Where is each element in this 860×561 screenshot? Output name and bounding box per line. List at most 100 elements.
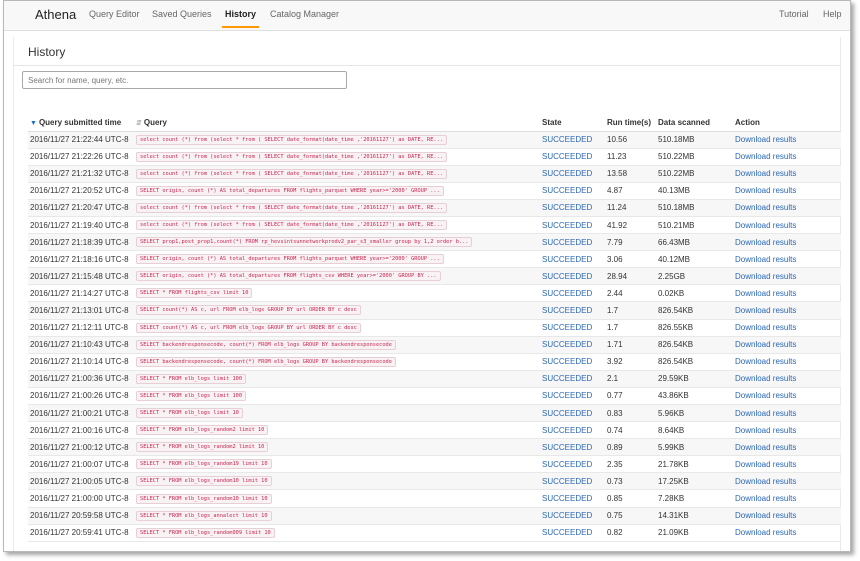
- query-text[interactable]: SELECT count(*) AS c, url FROM elb_logs …: [136, 322, 361, 333]
- query-text[interactable]: SELECT * FROM elb_logs_annalect limit 10: [136, 510, 272, 521]
- status-text: SUCCEEDED: [542, 135, 593, 145]
- query-text[interactable]: SELECT origin, count (*) AS total_depart…: [136, 254, 444, 265]
- table-row[interactable]: 2016/11/27 21:00:05 UTC-8 SELECT * FROM e…: [28, 472, 841, 491]
- cell-run-time: 28.94: [605, 267, 656, 286]
- cell-data-scanned-text: 21.78KB: [658, 459, 689, 469]
- nav-tutorial[interactable]: Tutorial: [779, 9, 809, 19]
- query-text[interactable]: SELECT * FROM elb_logs limit 10: [136, 408, 243, 419]
- download-results-link[interactable]: Download results: [735, 186, 796, 195]
- table-row[interactable]: 2016/11/27 21:22:26 UTC-8 select count (*…: [28, 148, 841, 166]
- download-results-link[interactable]: Download results: [735, 221, 796, 230]
- header-state[interactable]: State: [540, 115, 605, 132]
- query-text[interactable]: SELECT count(*) AS c, url FROM elb_logs …: [136, 305, 361, 316]
- table-row[interactable]: 2016/11/27 21:18:39 UTC-8 SELECT prop1,po…: [28, 233, 841, 252]
- cell-query: SELECT * FROM flights_csv limit 10: [134, 284, 540, 303]
- table-row[interactable]: 2016/11/27 21:18:16 UTC-8 SELECT origin, …: [28, 250, 841, 269]
- download-results-link[interactable]: Download results: [735, 340, 796, 349]
- query-text[interactable]: SELECT * FROM flights_csv limit 10: [136, 288, 253, 299]
- download-results-link[interactable]: Download results: [735, 426, 796, 435]
- query-text[interactable]: SELECT * FROM elb_logs_random19 limit 10: [136, 459, 272, 470]
- query-text[interactable]: select count (*) from (select * from ( S…: [136, 134, 447, 145]
- table-row[interactable]: 2016/11/27 21:00:21 UTC-8 SELECT * FROM e…: [28, 404, 841, 423]
- status-text: SUCCEEDED: [542, 374, 593, 384]
- table-row[interactable]: 2016/11/27 21:15:48 UTC-8 SELECT origin, …: [28, 267, 841, 286]
- nav-catalog-manager[interactable]: Catalog Manager: [270, 9, 339, 19]
- query-text[interactable]: SELECT * FROM elb_logs_random10 limit 10: [136, 493, 272, 504]
- cell-run-time-text: 41.92: [607, 220, 628, 230]
- cell-submitted-time: 2016/11/27 21:22:44 UTC-8: [28, 131, 134, 149]
- query-text[interactable]: SELECT backendresponsecode, count(*) FRO…: [136, 356, 396, 367]
- brand-logo[interactable]: Athena: [35, 7, 76, 22]
- cell-query: SELECT * FROM elb_logs_random10 limit 10: [134, 489, 540, 508]
- table-row[interactable]: 2016/11/27 21:00:00 UTC-8 SELECT * FROM e…: [28, 489, 841, 508]
- nav-query-editor[interactable]: Query Editor: [89, 9, 140, 19]
- cell-data-scanned: 510.18MB: [656, 199, 733, 217]
- cell-run-time: 0.73: [605, 472, 656, 491]
- table-row[interactable]: 2016/11/27 21:00:12 UTC-8 SELECT * FROM e…: [28, 438, 841, 457]
- nav-saved-queries[interactable]: Saved Queries: [152, 9, 212, 19]
- nav-help[interactable]: Help: [823, 9, 842, 19]
- cell-state: SUCCEEDED: [540, 267, 605, 286]
- query-text[interactable]: SELECT * FROM elb_logs limit 100: [136, 373, 247, 384]
- download-results-link[interactable]: Download results: [735, 477, 796, 486]
- query-text[interactable]: select count (*) from (select * from ( S…: [136, 202, 447, 213]
- search-input[interactable]: [22, 71, 347, 89]
- download-results-link[interactable]: Download results: [735, 152, 796, 161]
- query-text[interactable]: select count (*) from (select * from ( S…: [136, 168, 447, 179]
- query-text[interactable]: SELECT * FROM elb_logs limit 100: [136, 390, 247, 401]
- table-row[interactable]: 2016/11/27 21:20:52 UTC-8 SELECT origin, …: [28, 182, 841, 200]
- download-results-link[interactable]: Download results: [735, 135, 796, 144]
- table-row[interactable]: 2016/11/27 21:19:40 UTC-8 select count (*…: [28, 216, 841, 235]
- table-row[interactable]: 2016/11/27 21:20:47 UTC-8 select count (*…: [28, 199, 841, 217]
- download-results-link[interactable]: Download results: [735, 374, 796, 383]
- download-results-link[interactable]: Download results: [735, 494, 796, 503]
- download-results-link[interactable]: Download results: [735, 255, 796, 264]
- download-results-link[interactable]: Download results: [735, 528, 796, 537]
- cell-query: select count (*) from (select * from ( S…: [134, 131, 540, 149]
- download-results-link[interactable]: Download results: [735, 289, 796, 298]
- header-run-time[interactable]: Run time(s): [605, 115, 656, 132]
- download-results-link[interactable]: Download results: [735, 460, 796, 469]
- cell-action: Download results: [733, 199, 841, 217]
- table-row[interactable]: 2016/11/27 21:10:14 UTC-8 SELECT backendr…: [28, 353, 841, 371]
- query-text[interactable]: select count (*) from (select * from ( S…: [136, 220, 447, 231]
- table-row[interactable]: 2016/11/27 21:14:27 UTC-8 SELECT * FROM f…: [28, 284, 841, 303]
- table-row[interactable]: 2016/11/27 21:22:44 UTC-8 select count (*…: [28, 131, 841, 149]
- table-row[interactable]: 2016/11/27 21:00:16 UTC-8 SELECT * FROM e…: [28, 421, 841, 440]
- query-text[interactable]: SELECT * FROM elb_logs_random2 limit 10: [136, 425, 269, 436]
- table-row[interactable]: 2016/11/27 21:00:07 UTC-8 SELECT * FROM e…: [28, 455, 841, 474]
- table-row[interactable]: 2016/11/27 20:59:41 UTC-8 SELECT * FROM e…: [28, 524, 841, 542]
- cell-run-time-text: 0.75: [607, 511, 623, 521]
- query-text[interactable]: SELECT prop1,post_prop1,count(*) FROM rp…: [136, 237, 473, 248]
- query-text[interactable]: select count (*) from (select * from ( S…: [136, 151, 447, 162]
- table-row[interactable]: 2016/11/27 21:12:11 UTC-8 SELECT count(*)…: [28, 319, 841, 337]
- table-row[interactable]: 2016/11/27 21:10:43 UTC-8 SELECT backendr…: [28, 336, 841, 354]
- download-results-link[interactable]: Download results: [735, 169, 796, 178]
- table-row[interactable]: 2016/11/27 21:00:36 UTC-8 SELECT * FROM e…: [28, 370, 841, 388]
- download-results-link[interactable]: Download results: [735, 323, 796, 332]
- download-results-link[interactable]: Download results: [735, 203, 796, 212]
- header-data-scanned[interactable]: Data scanned: [656, 115, 733, 132]
- query-text[interactable]: SELECT backendresponsecode, count(*) FRO…: [136, 339, 396, 350]
- nav-history[interactable]: History: [221, 9, 260, 28]
- download-results-link[interactable]: Download results: [735, 409, 796, 418]
- query-text[interactable]: SELECT * FROM elb_logs_random10 limit 10: [136, 476, 272, 487]
- query-text[interactable]: SELECT * FROM elb_logs_random2 limit 10: [136, 442, 269, 453]
- download-results-link[interactable]: Download results: [735, 272, 796, 281]
- download-results-link[interactable]: Download results: [735, 511, 796, 520]
- download-results-link[interactable]: Download results: [735, 238, 796, 247]
- table-row[interactable]: 2016/11/27 21:21:32 UTC-8 select count (*…: [28, 165, 841, 183]
- query-text[interactable]: SELECT origin, count (*) AS total_depart…: [136, 185, 444, 196]
- query-text[interactable]: SELECT origin, count (*) AS total_depart…: [136, 271, 441, 282]
- download-results-link[interactable]: Download results: [735, 357, 796, 366]
- download-results-link[interactable]: Download results: [735, 306, 796, 315]
- download-results-link[interactable]: Download results: [735, 443, 796, 452]
- query-text[interactable]: SELECT * FROM elb_logs_random009 limit 1…: [136, 527, 275, 538]
- table-row[interactable]: 2016/11/27 21:00:26 UTC-8 SELECT * FROM e…: [28, 387, 841, 406]
- header-query[interactable]: ⇵ Query: [134, 115, 540, 132]
- table-row[interactable]: 2016/11/27 21:13:01 UTC-8 SELECT count(*)…: [28, 301, 841, 320]
- header-submitted-time[interactable]: ▼ Query submitted time: [28, 115, 134, 132]
- cell-state: SUCCEEDED: [540, 421, 605, 440]
- table-row[interactable]: 2016/11/27 20:59:58 UTC-8 SELECT * FROM e…: [28, 507, 841, 525]
- download-results-link[interactable]: Download results: [735, 391, 796, 400]
